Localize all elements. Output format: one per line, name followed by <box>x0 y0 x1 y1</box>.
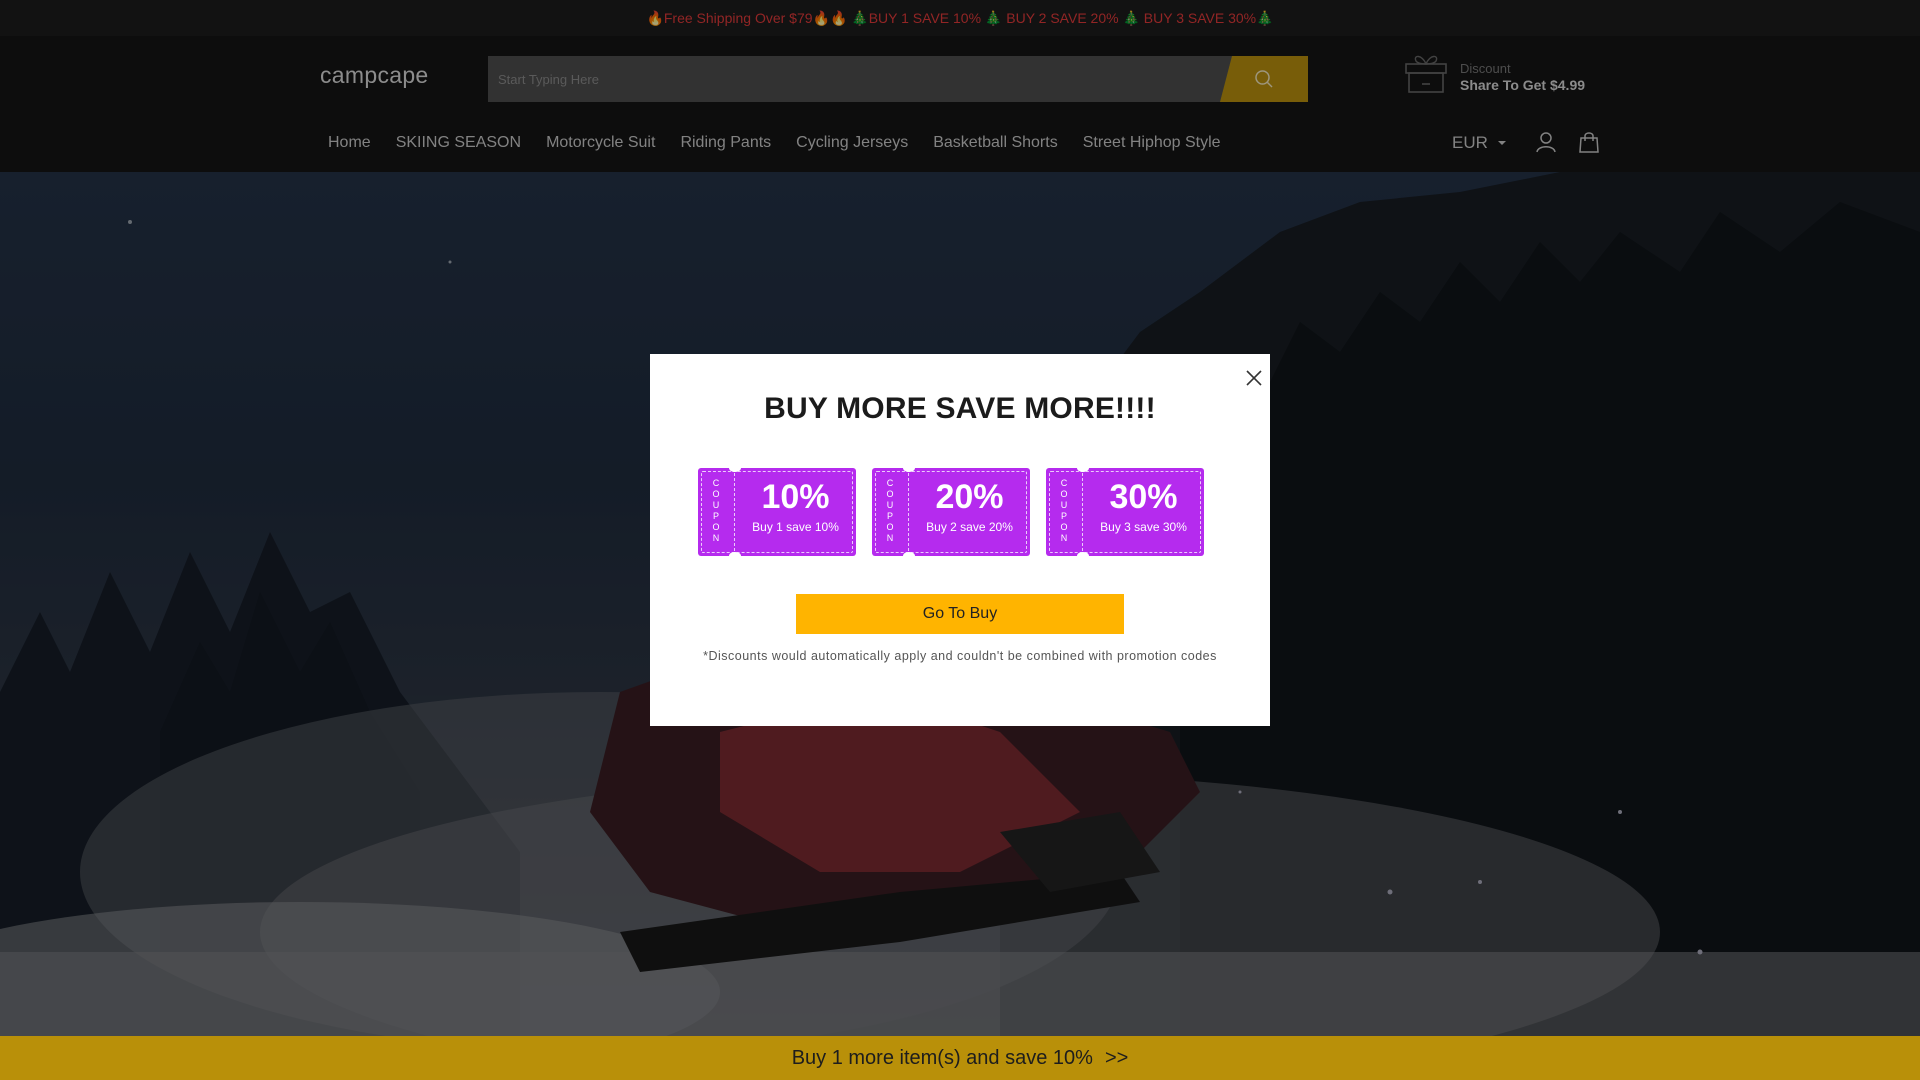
promo-modal: BUY MORE SAVE MORE!!!! COUPON 10% Buy 1 … <box>650 354 1270 726</box>
go-to-buy-button[interactable]: Go To Buy <box>796 594 1124 634</box>
coupon-10[interactable]: COUPON 10% Buy 1 save 10% <box>698 464 856 560</box>
discount-note: *Discounts would automatically apply and… <box>703 649 1217 663</box>
bundle-savings-text: Buy 1 more item(s) and save 10% <box>791 1046 1093 1069</box>
coupon-20[interactable]: COUPON 20% Buy 2 save 20% <box>872 464 1030 560</box>
coupon-description: Buy 2 save 20% <box>926 520 1013 534</box>
coupon-description: Buy 1 save 10% <box>752 520 839 534</box>
close-icon <box>1246 370 1262 386</box>
coupon-stub-label: COUPON <box>1060 478 1068 543</box>
coupon-description: Buy 3 save 30% <box>1100 520 1187 534</box>
coupon-stub-label: COUPON <box>712 478 720 543</box>
modal-title: BUY MORE SAVE MORE!!!! <box>764 392 1156 425</box>
coupon-percent: 30% <box>1109 478 1178 516</box>
coupon-percent: 10% <box>761 478 830 516</box>
bundle-savings-bar[interactable]: Buy 1 more item(s) and save 10% >> <box>0 1036 1920 1080</box>
coupon-percent: 20% <box>935 478 1004 516</box>
coupon-stub-label: COUPON <box>886 478 894 543</box>
coupon-30[interactable]: COUPON 30% Buy 3 save 30% <box>1046 464 1204 560</box>
double-chevron-right-icon: >> <box>1104 1046 1129 1069</box>
close-button[interactable] <box>1244 368 1264 388</box>
